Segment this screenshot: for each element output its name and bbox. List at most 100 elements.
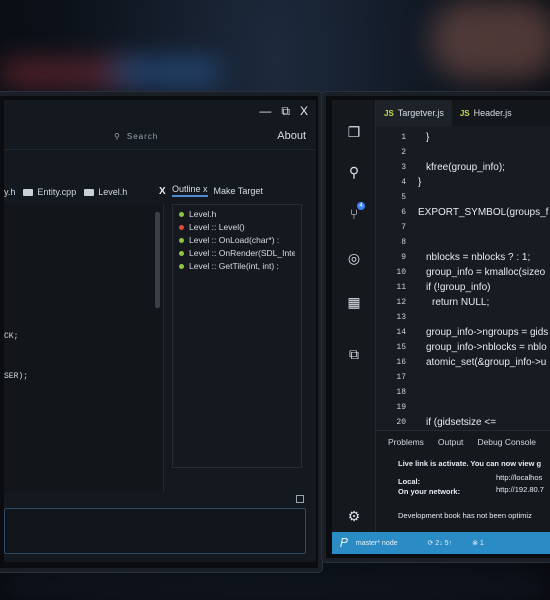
code-line: 15 group_info->nblocks = nblo [376,340,546,355]
local-url[interactable]: http://localhos [496,473,542,482]
folder-icon [23,188,34,196]
code-editor-right[interactable]: 1} 2 3 kfree(group_info); 4} 5 6 EXPORT_SYMBOL(… [376,130,550,430]
live-link-message: Live link is activate. You can now view … [398,459,542,468]
branch-name[interactable]: master* node [356,540,398,547]
member-dot-icon [179,251,184,256]
outline-tab-bar: Outline x Make Target [172,184,312,197]
files-icon[interactable]: ❐ [346,124,362,140]
search-icon[interactable]: ⚲ [346,164,362,180]
line-number: 16 [396,358,406,367]
line-number: 18 [396,388,406,397]
code-line: 6 EXPORT_SYMBOL(groups_f [376,205,548,220]
outline-item[interactable]: Level.h [179,209,295,219]
line-number: 11 [396,283,406,292]
tab-targetver-js[interactable]: JS Targetver.js [376,100,452,126]
line-number: 13 [396,313,406,322]
line-number: 14 [396,328,406,337]
outline-item[interactable]: Level :: OnRender(SDL_Inte [179,248,295,258]
search-icon: ⚲ [114,132,121,141]
background-warm-light [430,0,550,80]
sync-status[interactable]: ⟳ 2↓ 5↑ [428,539,453,547]
code-line: CK; [4,332,19,341]
tab-y-h[interactable]: y.h [4,184,15,200]
code-editor-left[interactable]: CK; SER); [4,204,164,492]
local-label: Local: [398,477,421,486]
left-screen: — ⧉ X ⚲ Search About y.h Entity.cpp Leve… [4,100,316,562]
code-line: 1} [376,130,429,145]
outline-item[interactable]: Level :: Level() [179,222,295,232]
line-text: atomic_set(&group_info->u [426,357,547,368]
branch-icon: 𝑃 [340,535,348,550]
close-tab-icon[interactable]: X [159,186,166,197]
line-text: if (!group_info) [426,282,491,293]
right-screen: ❐ ⚲ ⑂ 4 ◎ ▦ ⧉ ⚙ JS Targetver.js JS Heade… [332,100,550,554]
tab-output[interactable]: Output [438,437,464,447]
layout-grid-icon[interactable] [296,495,304,503]
code-line: 10 group_info = kmalloc(sizeo [376,265,545,280]
tab-debug-console[interactable]: Debug Console [477,437,536,447]
notification-badge: 4 [357,202,365,210]
dev-note: Development book has not been optimiz [398,511,532,520]
tab-outline[interactable]: Outline x [172,184,208,197]
line-text: kfree(group_info); [426,162,505,173]
outline-item-label: Level.h [189,209,217,219]
line-number: 10 [396,268,406,277]
line-text: EXPORT_SYMBOL(groups_f [418,207,549,218]
line-text: } [418,177,422,188]
line-number: 20 [396,418,406,427]
close-icon[interactable]: X [300,104,308,119]
line-number: 15 [396,343,406,352]
line-number: 9 [401,253,406,262]
code-line: 3 kfree(group_info); [376,160,505,175]
tab-label: Entity.cpp [37,187,77,197]
left-monitor: — ⧉ X ⚲ Search About y.h Entity.cpp Leve… [0,92,322,572]
editor-tabs-right: JS Targetver.js JS Header.js [376,100,550,126]
search-field[interactable]: ⚲ Search [114,132,158,141]
tab-header-js[interactable]: JS Header.js [452,100,520,126]
extensions-icon[interactable]: ▦ [346,294,362,310]
line-text: group_info->ngroups = gids [426,327,549,338]
outline-item-label: Level :: OnLoad(char*) : [189,235,280,245]
line-number: 3 [401,163,406,172]
window-controls: — ⧉ X [259,104,308,119]
tab-make-target[interactable]: Make Target [214,186,263,196]
editor-tabs: y.h Entity.cpp Level.h [4,184,174,200]
remote-explorer-icon[interactable]: ⧉ [346,346,362,362]
member-dot-icon [179,238,184,243]
code-line: 11 if (!group_info) [376,280,490,295]
panel-tabs: Problems Output Debug Console [376,431,550,453]
console-panel[interactable] [4,508,306,554]
error-count[interactable]: ⊗ 1 [472,539,484,547]
editor-scrollbar[interactable] [155,212,160,308]
line-text: group_info = kmalloc(sizeo [426,267,546,278]
outline-item-label: Level :: GetTile(int, int) : [189,261,279,271]
outline-item-label: Level :: Level() [189,222,245,232]
member-dot-icon [179,225,184,230]
tab-problems[interactable]: Problems [388,437,424,447]
tab-label: Header.js [473,108,512,118]
network-url[interactable]: http://192.80.7 [496,485,544,494]
outline-item[interactable]: Level :: OnLoad(char*) : [179,235,295,245]
tab-level-h[interactable]: Level.h [84,184,127,200]
debug-icon[interactable]: ◎ [346,250,362,266]
code-line: 16 atomic_set(&group_info->u [376,355,546,370]
minimize-icon[interactable]: — [259,104,271,119]
js-file-icon: JS [459,108,470,118]
line-number: 4 [401,178,406,187]
maximize-icon[interactable]: ⧉ [281,104,290,119]
line-number: 6 [401,208,406,217]
line-text: if (gidsetsize <= [426,417,497,428]
line-number: 17 [396,373,406,382]
about-menu[interactable]: About [277,130,306,142]
tab-entity-cpp[interactable]: Entity.cpp [23,184,76,200]
line-number: 2 [401,148,406,157]
gear-icon[interactable]: ⚙ [346,508,362,524]
member-dot-icon [179,212,184,217]
outline-item[interactable]: Level :: GetTile(int, int) : [179,261,295,271]
desk-surface [0,575,550,600]
line-number: 1 [401,133,406,142]
line-number: 7 [401,223,406,232]
code-line: SER); [4,372,29,381]
line-number: 5 [401,193,406,202]
outline-pane: Outline x Make Target Level.h Level :: L… [172,184,312,484]
